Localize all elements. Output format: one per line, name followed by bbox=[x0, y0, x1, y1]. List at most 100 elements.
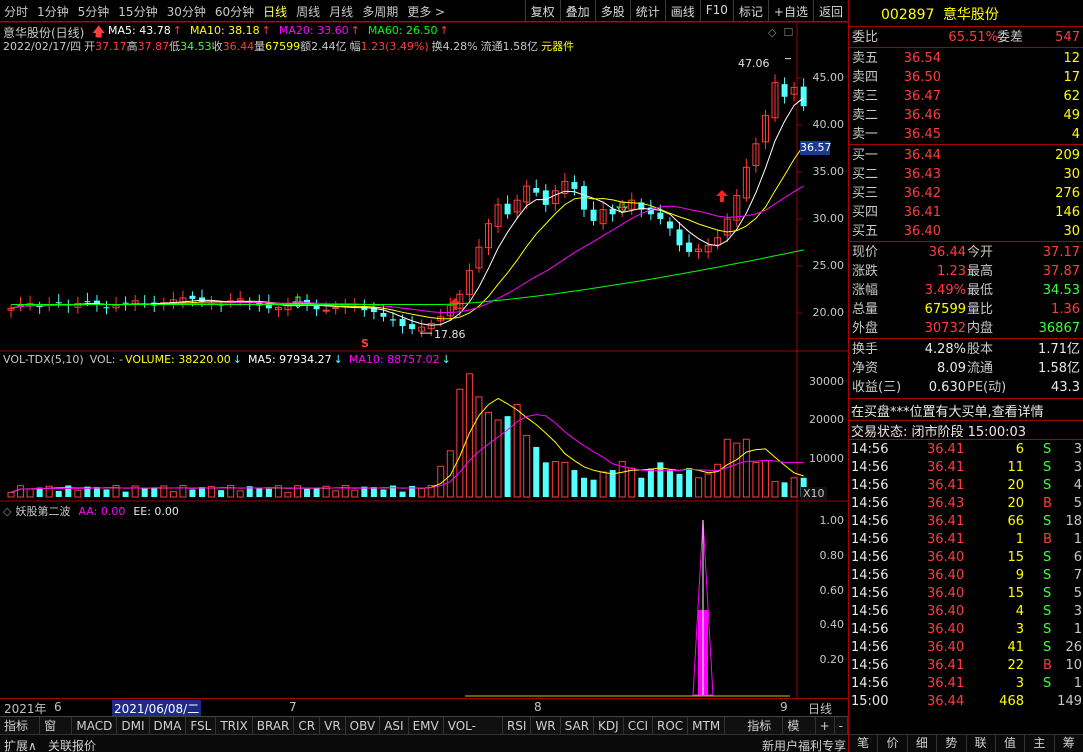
sell-level[interactable]: 卖四 36.50 17 bbox=[849, 68, 1083, 87]
toolbar-button[interactable]: +自选 bbox=[767, 0, 813, 22]
tick-vol: 6 bbox=[1015, 442, 1024, 457]
period-tab[interactable]: 15分钟 bbox=[118, 3, 157, 20]
volume-bar bbox=[704, 473, 712, 498]
buy-level[interactable]: 买二 36.43 30 bbox=[849, 165, 1083, 184]
toolbar-button[interactable]: 画线 bbox=[664, 0, 700, 22]
toolbar-button[interactable]: 统计 bbox=[629, 0, 665, 22]
indicator-tab[interactable]: + bbox=[816, 717, 835, 734]
indicator-tab[interactable]: BRAR bbox=[253, 717, 295, 734]
toolbar-button[interactable]: 多股 bbox=[594, 0, 630, 22]
tick-time: 15:00 bbox=[851, 694, 889, 709]
buy-level[interactable]: 买三 36.42 276 bbox=[849, 184, 1083, 203]
indicator-tab[interactable]: SAR bbox=[561, 717, 595, 734]
indicator-tab[interactable]: FSL bbox=[186, 717, 217, 734]
indicator-tab[interactable]: ASI bbox=[380, 717, 409, 734]
current-price-tag: 36.57 bbox=[800, 141, 832, 155]
tick-time: 14:56 bbox=[851, 622, 889, 637]
tick-time: 14:56 bbox=[851, 604, 889, 619]
tick-time: 14:56 bbox=[851, 568, 889, 583]
window-controls[interactable]: ◇ ☐ bbox=[768, 26, 793, 39]
period-tab[interactable]: 30分钟 bbox=[167, 3, 206, 20]
indicator-tab[interactable]: EMV bbox=[409, 717, 444, 734]
y-tick-label: 20.00 bbox=[812, 306, 845, 319]
candle-body bbox=[103, 307, 110, 309]
panel-tab[interactable]: 价 bbox=[878, 735, 908, 752]
buy-level[interactable]: 买一 36.44 209 bbox=[849, 146, 1083, 165]
volume-bar bbox=[65, 485, 72, 497]
panel-tab[interactable]: 势 bbox=[937, 735, 967, 752]
volume-bar bbox=[475, 396, 483, 498]
indicator-tab[interactable]: DMA bbox=[150, 717, 187, 734]
volume-legend: VOL-TDX(5,10) VOL: - VOLUME: 38220.00 ↓ MA5:… bbox=[3, 353, 457, 366]
panel-tab[interactable]: 值 bbox=[996, 735, 1026, 752]
collapse-icon[interactable]: ◇ bbox=[3, 505, 11, 518]
y-tick-label: 35.00 bbox=[812, 165, 845, 178]
panel-tab[interactable]: 笔 bbox=[849, 735, 879, 752]
sell-level[interactable]: 卖五 36.54 12 bbox=[849, 49, 1083, 68]
volume-bar bbox=[169, 491, 177, 498]
indicator-tab[interactable]: - bbox=[835, 717, 848, 734]
period-tab[interactable]: 60分钟 bbox=[215, 3, 254, 20]
period-tab[interactable]: 1分钟 bbox=[37, 3, 69, 20]
indicator-tab[interactable]: VR bbox=[320, 717, 346, 734]
toolbar-button[interactable]: 叠加 bbox=[559, 0, 595, 22]
indicator-tab[interactable]: MTM bbox=[688, 717, 726, 734]
info-open_label: 开 bbox=[84, 40, 96, 53]
toolbar-button[interactable]: 返回 bbox=[812, 0, 848, 22]
period-tab[interactable]: 月线 bbox=[329, 3, 353, 20]
period-tab[interactable]: 分时 bbox=[4, 3, 28, 20]
indicator-tab[interactable]: 指标B bbox=[743, 717, 784, 749]
indicator-tab[interactable]: VOL-TDX bbox=[444, 717, 503, 749]
toolbar-button[interactable]: 复权 bbox=[524, 0, 560, 22]
ma-label: MA60: 26.50 bbox=[367, 24, 438, 37]
ma-label: MA5: 43.78 bbox=[108, 24, 171, 37]
sell-level[interactable]: 卖一 36.45 4 bbox=[849, 125, 1083, 144]
row-label2: 最高 bbox=[967, 264, 994, 279]
new-user-promo[interactable]: 新用户福利专享 bbox=[762, 737, 846, 752]
tick-time: 14:56 bbox=[851, 478, 889, 493]
panel-tab[interactable]: 主 bbox=[1025, 735, 1055, 752]
indicator-tab[interactable]: OBV bbox=[346, 717, 381, 734]
indicator-tab[interactable]: KDJ bbox=[594, 717, 624, 734]
indicator-tab[interactable]: DMI bbox=[117, 717, 150, 734]
indicator-tab[interactable]: CR bbox=[294, 717, 321, 734]
level-vol: 49 bbox=[1063, 108, 1080, 123]
related-quotes-button[interactable]: 关联报价 bbox=[48, 737, 96, 752]
buy-level[interactable]: 买五 36.40 30 bbox=[849, 222, 1083, 241]
indicator-tab[interactable]: WR bbox=[531, 717, 561, 734]
panel-tab[interactable]: 筹 bbox=[1055, 735, 1083, 752]
row-label: 净资 bbox=[852, 361, 879, 376]
indicator-tab[interactable]: CCI bbox=[624, 717, 653, 734]
indicator-tab[interactable]: ROC bbox=[653, 717, 689, 734]
toolbar-button[interactable]: F10 bbox=[699, 0, 733, 22]
period-tab[interactable]: 更多 > bbox=[407, 3, 445, 20]
indicator-tab[interactable]: RSI bbox=[503, 717, 532, 734]
panel-tab[interactable]: 细 bbox=[908, 735, 938, 752]
row-value: 30732 bbox=[924, 321, 966, 336]
indicator-tab[interactable]: MACD bbox=[72, 717, 118, 734]
sell-level[interactable]: 卖三 36.47 62 bbox=[849, 87, 1083, 106]
period-tab[interactable]: 日线 bbox=[263, 3, 287, 20]
tick-side: S bbox=[1043, 676, 1052, 691]
volume-bar bbox=[122, 491, 129, 497]
indicator-tab[interactable]: 窗口 bbox=[40, 717, 73, 749]
row-label2: 流通 bbox=[967, 361, 994, 376]
indicator-tab[interactable]: 模板 bbox=[783, 717, 816, 749]
big-order-notice[interactable]: 在买盘***位置有大买单,查看详情 bbox=[851, 401, 1044, 420]
expand-button[interactable]: 扩展∧ bbox=[4, 737, 37, 752]
trade-tick-row: 14:56 36.40 4 S 3 bbox=[849, 603, 1083, 621]
period-tab[interactable]: 5分钟 bbox=[78, 3, 110, 20]
period-tab[interactable]: 周线 bbox=[296, 3, 320, 20]
candle-body bbox=[380, 312, 387, 317]
buy-level[interactable]: 买四 36.41 146 bbox=[849, 203, 1083, 222]
period-tab[interactable]: 多周期 bbox=[362, 3, 398, 20]
toolbar-button[interactable]: 标记 bbox=[732, 0, 768, 22]
tick-price: 36.40 bbox=[927, 640, 965, 655]
panel-tab[interactable]: 联 bbox=[967, 735, 996, 752]
tick-price: 36.41 bbox=[927, 514, 965, 529]
row-value: 4.28% bbox=[924, 342, 966, 357]
indicator-tab[interactable]: TRIX bbox=[216, 717, 253, 734]
indicator-tab[interactable]: 指标A bbox=[0, 717, 41, 749]
stock-code: 002897 bbox=[881, 7, 935, 23]
sell-level[interactable]: 卖二 36.46 49 bbox=[849, 106, 1083, 125]
